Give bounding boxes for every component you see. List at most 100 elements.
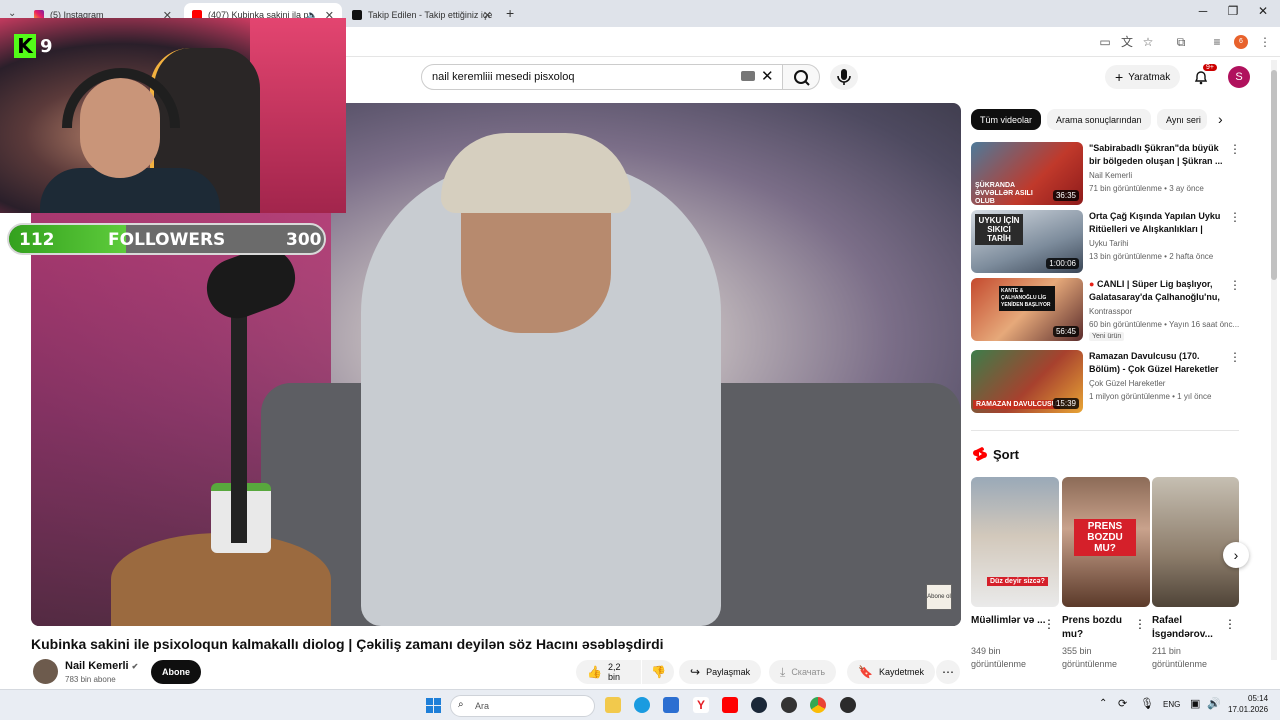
new-tab-button[interactable]: + <box>506 5 514 21</box>
chips-next-icon[interactable]: › <box>1218 111 1223 127</box>
webcam-background <box>250 18 346 213</box>
file-explorer-icon[interactable] <box>605 697 621 713</box>
windows-taskbar: Ara ⌕ Y ⌃ ⟳ 🎙 ENG ▣ 🔊 <box>0 689 1280 720</box>
sync-icon[interactable]: ⟳ <box>1118 697 1127 710</box>
chip-same-series[interactable]: Aynı seri <box>1157 109 1207 130</box>
download-button[interactable]: ⤓ Скачать <box>769 660 837 684</box>
like-count: 2,2 bin <box>607 662 621 682</box>
video-thumbnail: KANTE & ÇALHANOĞLU LİG YENİDEN BAŞLIYOR … <box>971 278 1083 341</box>
more-options-icon[interactable]: ⋮ <box>1229 142 1241 156</box>
voice-search-button[interactable] <box>830 64 858 90</box>
short-title[interactable]: Rafael İsgəndərov... <box>1152 614 1227 642</box>
more-options-icon[interactable]: ⋮ <box>1229 278 1241 292</box>
search-button[interactable] <box>782 64 820 90</box>
account-avatar[interactable]: S <box>1228 66 1250 88</box>
more-actions-button[interactable]: ⋯ <box>936 660 960 684</box>
install-app-icon[interactable]: ▭ <box>1098 35 1112 49</box>
edge-icon[interactable] <box>634 697 650 713</box>
short-thumbnail[interactable] <box>1152 477 1239 607</box>
yandex-icon[interactable]: Y <box>693 697 709 713</box>
more-options-icon[interactable]: ⋮ <box>1229 350 1241 364</box>
tab-label: Takip Edilen - Takip ettiğiniz içe <box>368 10 493 20</box>
thumbnail-caption: RAMAZAN DAVULCUSU <box>973 400 1060 409</box>
page-scrollbar[interactable] <box>1271 60 1277 660</box>
taskbar-search[interactable]: Ara <box>450 695 595 717</box>
bell-icon <box>1194 71 1208 85</box>
extensions-icon[interactable]: ⧉ <box>1174 35 1188 49</box>
shorts-next-button[interactable]: › <box>1223 542 1249 568</box>
recommendation-item[interactable]: RAMAZAN DAVULCUSU 15:39 Ramazan Davulcus… <box>971 350 1241 414</box>
subscribe-watermark[interactable]: Abone ol <box>926 584 952 610</box>
close-tab-icon[interactable]: ✕ <box>483 9 492 22</box>
like-button[interactable]: 👍 2,2 bin <box>576 660 641 684</box>
reading-list-icon[interactable]: ≡ <box>1210 35 1224 49</box>
translate-icon[interactable]: 文 <box>1120 35 1134 49</box>
microphone-tray-icon[interactable]: 🎙 <box>1140 697 1154 710</box>
video-thumbnail: ŞÜKRANDA ƏVVƏLLƏR ASILI OLUB 36:35 <box>971 142 1083 205</box>
chrome-icon[interactable] <box>810 697 826 713</box>
search-input[interactable]: nail keremliii mesedi pisxoloq <box>421 64 786 90</box>
input-language[interactable]: ENG <box>1163 700 1180 709</box>
volume-icon[interactable]: 🔊 <box>1207 697 1221 710</box>
more-options-icon[interactable]: ⋮ <box>1043 617 1055 631</box>
bookmark-star-icon[interactable]: ☆ <box>1141 35 1155 49</box>
recommendation-item[interactable]: UYKU İÇİN SIKICI TARİH 1:00:06 Orta Çağ … <box>971 210 1241 274</box>
more-options-icon[interactable]: ⋮ <box>1224 617 1236 631</box>
network-icon[interactable]: ▣ <box>1190 697 1200 710</box>
more-icon: ⋯ <box>942 665 954 679</box>
restore-icon[interactable]: ❐ <box>1218 4 1248 18</box>
obs-icon[interactable] <box>840 697 856 713</box>
profile-icon[interactable]: 6 <box>1234 35 1248 49</box>
recommendation-channel: Nail Kemerli <box>1089 171 1133 180</box>
scrollbar-thumb[interactable] <box>1271 70 1277 280</box>
store-icon[interactable] <box>663 697 679 713</box>
thumbnail-caption: ŞÜKRANDA ƏVVƏLLƏR ASILI OLUB <box>975 182 1033 205</box>
short-views: 349 bin görüntülenme <box>971 646 1027 669</box>
short-title[interactable]: Prens bozdu mu? <box>1062 614 1137 642</box>
shorts-heading: Şort <box>973 446 1019 462</box>
share-button[interactable]: ↪ Paylaşmak <box>679 660 762 684</box>
recommendation-item[interactable]: ŞÜKRANDA ƏVVƏLLƏR ASILI OLUB 36:35 "Sabi… <box>971 142 1241 206</box>
steam-icon[interactable] <box>751 697 767 713</box>
recommendation-item[interactable]: KANTE & ÇALHANOĞLU LİG YENİDEN BAŞLIYOR … <box>971 278 1241 342</box>
channel-name[interactable]: Nail Kemerli ✔ <box>65 660 138 672</box>
kick-logo-icon: K <box>14 34 36 58</box>
more-options-icon[interactable]: ⋮ <box>1229 210 1241 224</box>
tab-kick[interactable]: Takip Edilen - Takip ettiğiniz içe ✕ <box>344 3 500 27</box>
app-icon[interactable] <box>781 697 797 713</box>
minimize-icon[interactable]: ─ <box>1188 4 1218 18</box>
short-thumbnail[interactable]: PRENS BOZDU MU? <box>1062 477 1150 607</box>
recommendation-meta: 13 bin görüntülenme • 2 hafta önce <box>1089 252 1214 261</box>
save-button[interactable]: 🔖 Kaydetmek <box>847 660 935 684</box>
chip-from-search[interactable]: Arama sonuçlarından <box>1047 109 1151 130</box>
create-button[interactable]: + Yaratmak <box>1105 65 1181 89</box>
channel-avatar[interactable] <box>33 659 58 684</box>
video-thumbnail: RAMAZAN DAVULCUSU 15:39 <box>971 350 1083 413</box>
window-close-icon[interactable]: ✕ <box>1248 4 1278 18</box>
youtube-app-icon[interactable] <box>722 697 738 713</box>
browser-menu-icon[interactable]: ⋮ <box>1258 35 1272 49</box>
video-duration: 1:00:06 <box>1046 258 1079 269</box>
notifications-button[interactable]: 9+ <box>1193 64 1217 90</box>
short-title[interactable]: Müəllimlər və ... <box>971 614 1046 628</box>
channel-subscribers: 783 bin abone <box>65 675 116 684</box>
clear-search-icon[interactable]: ✕ <box>761 67 774 85</box>
keyboard-icon[interactable] <box>741 71 755 81</box>
dislike-button[interactable]: 👎 <box>642 660 674 684</box>
recommendation-meta: 71 bin görüntülenme • 3 ay önce <box>1089 184 1204 193</box>
subscribe-button[interactable]: Abone <box>151 660 201 684</box>
short-thumbnail[interactable]: Düz deyir sizcə? <box>971 477 1059 607</box>
recommendation-meta: 60 bin görüntülenme • Yayın 16 saat önc.… <box>1089 320 1240 329</box>
bookmark-icon: 🔖 <box>858 665 873 679</box>
share-label: Paylaşmak <box>706 667 751 677</box>
video-title: Kubinka sakini ile psixoloqun kalmakallı… <box>31 636 664 652</box>
tray-chevron-icon[interactable]: ⌃ <box>1099 698 1107 709</box>
notification-count-badge: 9+ <box>1203 64 1217 71</box>
followers-current: 112 <box>19 230 55 250</box>
create-label: Yaratmak <box>1128 71 1171 83</box>
windows-start-icon[interactable] <box>426 698 441 713</box>
taskbar-clock[interactable]: 05:14 17.01.2026 <box>1228 693 1268 715</box>
chip-all-videos[interactable]: Tüm videolar <box>971 109 1042 130</box>
more-options-icon[interactable]: ⋮ <box>1134 617 1146 631</box>
new-badge: Yeni ürün <box>1089 332 1125 341</box>
